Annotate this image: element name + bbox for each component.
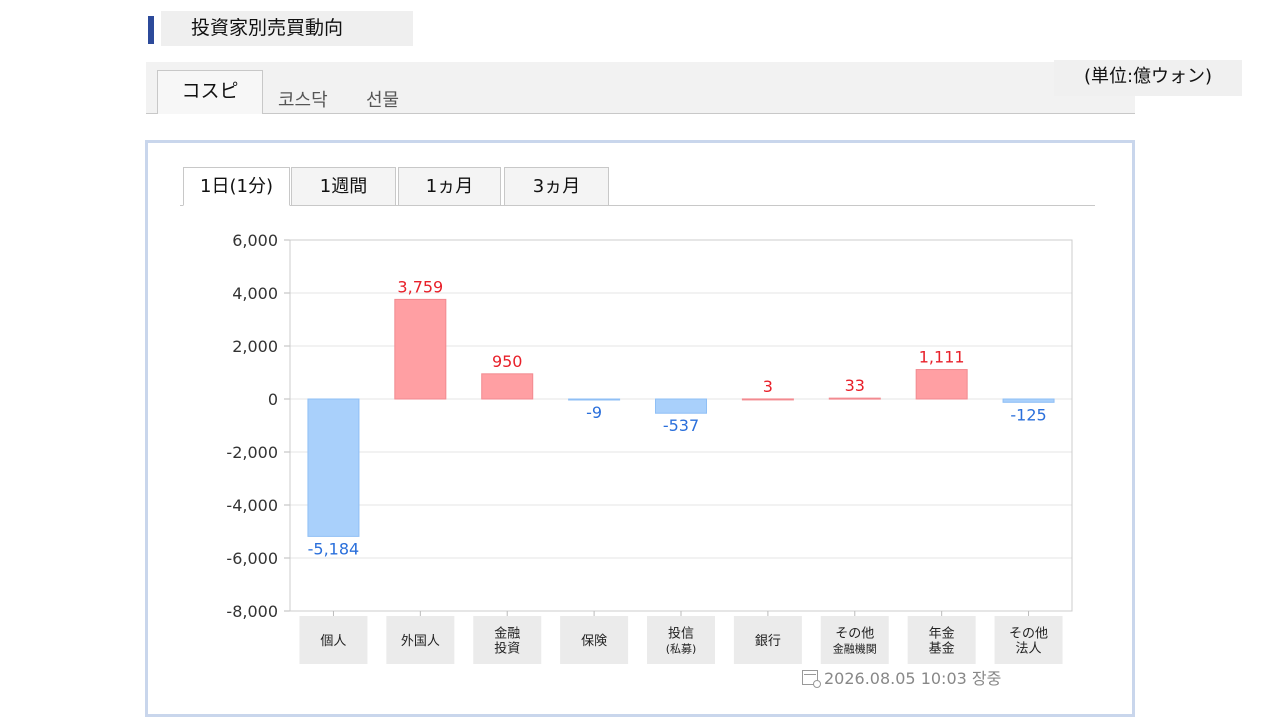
- bar: [307, 398, 360, 537]
- calendar-clock-icon: [802, 669, 821, 688]
- y-tick-label: -4,000: [226, 496, 278, 515]
- x-tick-label: その他: [835, 627, 874, 642]
- x-tick-label: 法人: [1016, 642, 1042, 657]
- data-label: 33: [845, 376, 865, 395]
- bar: [568, 398, 621, 401]
- data-label: -5,184: [308, 539, 360, 558]
- x-tick-label: 投資: [494, 641, 520, 657]
- data-label: -125: [1010, 405, 1046, 424]
- x-tick-label: 銀行: [755, 634, 781, 649]
- data-label: 950: [492, 352, 523, 371]
- x-tick-label: 金融機関: [833, 642, 877, 656]
- y-tick-label: 4,000: [232, 284, 278, 303]
- data-label: -537: [663, 416, 699, 435]
- x-tick-label: 基金: [929, 641, 955, 657]
- data-label: 3: [763, 377, 773, 396]
- bar: [394, 298, 447, 400]
- bar: [481, 373, 534, 400]
- timestamp: 2026.08.05 10:03 장중: [824, 669, 1002, 688]
- bar: [828, 397, 881, 400]
- data-label: -9: [586, 403, 602, 422]
- x-tick-label: 外国人: [401, 634, 440, 649]
- timestamp-row: 2026.08.05 10:03 장중: [802, 665, 1001, 689]
- x-tick-label: 金融: [494, 626, 520, 642]
- x-tick-label: (私募): [666, 643, 697, 656]
- x-tick-label: 年金: [929, 626, 955, 642]
- y-tick-label: -6,000: [226, 549, 278, 568]
- bar: [1002, 398, 1055, 403]
- investor-bar-chart: 6,000 4,000 2,000 0 -2,000 -4,000 -6,000 -8,000…: [226, 231, 1073, 664]
- x-tick-label: 保険: [581, 634, 607, 649]
- bar: [741, 398, 794, 401]
- y-tick-label: 0: [268, 390, 278, 409]
- bar: [655, 398, 707, 414]
- data-label: 1,111: [919, 348, 965, 367]
- data-label: 3,759: [397, 277, 443, 296]
- y-tick-label: 6,000: [232, 231, 278, 250]
- x-tick-label: 個人: [320, 634, 346, 649]
- y-tick-label: -8,000: [226, 602, 278, 621]
- y-tick-label: -2,000: [226, 443, 278, 462]
- x-tick-label: その他: [1009, 627, 1048, 642]
- bar: [915, 369, 968, 400]
- x-tick-label: 投信: [668, 626, 694, 642]
- y-tick-label: 2,000: [232, 337, 278, 356]
